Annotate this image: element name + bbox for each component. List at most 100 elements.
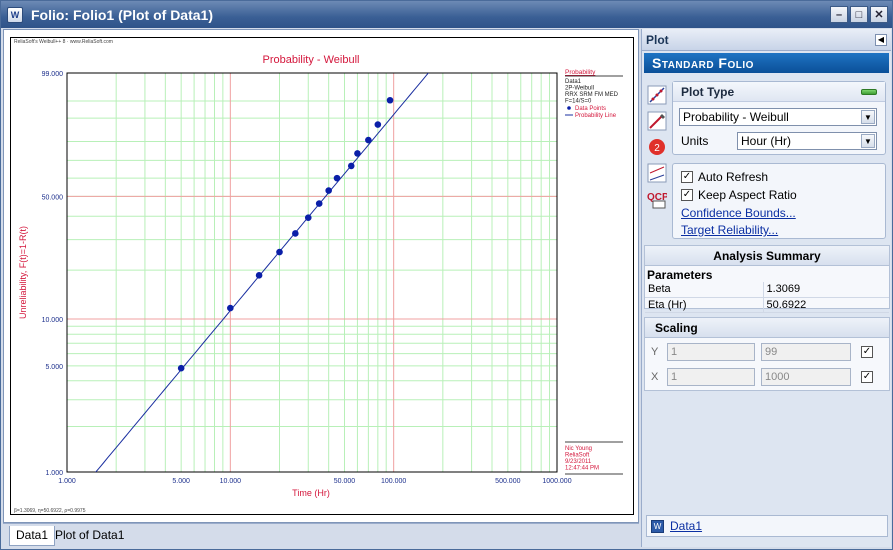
plot-toolbar: 2 QCP xyxy=(646,84,668,214)
data-point xyxy=(255,272,263,279)
parameters-label: Parameters xyxy=(647,268,713,282)
data-point xyxy=(374,121,382,128)
window-title: Folio: Folio1 (Plot of Data1) xyxy=(31,6,213,23)
signature-line: 12:47:44 PM xyxy=(565,466,599,472)
data-point xyxy=(276,248,283,256)
chart-title: Probability - Weibull xyxy=(262,54,359,66)
plot-options-group: ✓ Auto Refresh ✓ Keep Aspect Ratio Confi… xyxy=(672,163,886,239)
table-row: Eta (Hr) 50.6922 xyxy=(645,297,889,313)
weibull-chart[interactable]: 1.000 5.000 10.000 50.000 100.000 500.000 1000… xyxy=(11,38,633,514)
scaling-title: Scaling xyxy=(645,318,889,338)
x-tick-label: 1000.000 xyxy=(542,478,571,485)
title-bar: W Folio: Folio1 (Plot of Data1) – □ ✕ xyxy=(1,1,892,28)
data-point xyxy=(347,162,355,170)
param-value: 1.3069 xyxy=(763,282,889,298)
param-name: Beta xyxy=(645,282,764,298)
units-select[interactable]: Hour (Hr) ▼ xyxy=(737,132,877,150)
tab-plot-of-data1[interactable]: Plot of Data1 xyxy=(49,526,130,546)
bottom-tab-bar: Data1 Plot of Data1 xyxy=(3,523,639,547)
keep-aspect-checkbox[interactable]: ✓ xyxy=(681,189,693,201)
data1-link-label[interactable]: Data1 xyxy=(670,519,702,533)
data-point xyxy=(386,96,394,104)
plot-side-panel: Plot ◀ Standard Folio 2 QCP Plot Type Pr… xyxy=(641,29,891,547)
side-panel-title: Plot xyxy=(646,32,669,47)
chevron-down-icon[interactable]: ▼ xyxy=(861,134,875,148)
y-tick-label: 50.000 xyxy=(42,194,64,201)
side-panel-header: Plot ◀ xyxy=(642,29,891,51)
collapse-panel-icon[interactable]: ◀ xyxy=(875,33,887,46)
x-tick-label: 100.000 xyxy=(381,478,406,485)
redraw-icon[interactable]: 2 xyxy=(646,136,668,158)
svg-text:2: 2 xyxy=(654,143,660,154)
legend-item: Probability Line xyxy=(575,113,617,119)
data-source-link[interactable]: W Data1 xyxy=(646,515,888,537)
y-auto-checkbox[interactable]: ✓ xyxy=(861,346,873,358)
y-tick-label: 5.000 xyxy=(45,364,63,371)
auto-refresh-checkbox[interactable]: ✓ xyxy=(681,171,693,183)
legend-point-icon xyxy=(567,106,571,110)
data-point xyxy=(177,364,185,372)
plot-type-title: Plot Type xyxy=(681,84,735,99)
y-max-input[interactable]: 99 xyxy=(761,343,851,361)
scaling-row-x: X 1 1000 ✓ xyxy=(651,368,873,386)
y-tick-label: 1.000 xyxy=(45,470,63,477)
legend-line: RRX SRM FM MED xyxy=(565,92,619,98)
data-sheet-icon: W xyxy=(651,519,664,533)
data-point xyxy=(292,230,299,237)
compare-plot-icon[interactable] xyxy=(646,162,668,184)
plot-border xyxy=(66,72,558,473)
qcp-icon[interactable]: QCP xyxy=(646,188,668,210)
scaling-row-y: Y 1 99 ✓ xyxy=(651,343,873,361)
keep-aspect-label: Keep Aspect Ratio xyxy=(698,188,797,202)
plot-type-group: Plot Type Probability - Weibull ▼ Units … xyxy=(672,81,886,155)
y-min-input[interactable]: 1 xyxy=(667,343,755,361)
auto-refresh-option[interactable]: ✓ Auto Refresh xyxy=(681,170,768,184)
plot-bottom-text: β=1.3069, η=50.6922, ρ=0.9975 xyxy=(14,508,86,514)
plot-type-select[interactable]: Probability - Weibull ▼ xyxy=(679,108,877,126)
legend-item: Data Points xyxy=(575,106,606,112)
confidence-bounds-link[interactable]: Confidence Bounds... xyxy=(681,206,796,220)
maximize-button[interactable]: □ xyxy=(850,6,868,23)
units-value: Hour (Hr) xyxy=(741,134,791,148)
x-min-input[interactable]: 1 xyxy=(667,368,755,386)
legend-line: Data1 xyxy=(565,79,582,85)
keep-aspect-option[interactable]: ✓ Keep Aspect Ratio xyxy=(681,188,797,202)
data-point xyxy=(365,136,372,144)
plot-area: ReliaSoft's Weibull++ 8 · www.ReliaSoft.… xyxy=(3,29,639,523)
x-auto-checkbox[interactable]: ✓ xyxy=(861,371,873,383)
y-axis-title: Unreliability, F(t)=1-R(t) xyxy=(18,226,28,319)
param-value: 50.6922 xyxy=(763,297,889,313)
data-point xyxy=(333,174,341,182)
target-reliability-link[interactable]: Target Reliability... xyxy=(681,223,778,237)
edit-plot-icon[interactable] xyxy=(646,110,668,132)
minimize-button[interactable]: – xyxy=(830,6,848,23)
data-point xyxy=(227,304,234,312)
y-tick-label: 10.000 xyxy=(42,317,64,324)
signature-line: Nic Young xyxy=(565,446,592,452)
probability-plot-icon[interactable] xyxy=(646,84,668,106)
scaling-panel: Scaling Y 1 99 ✓ X 1 1000 ✓ xyxy=(644,317,890,391)
parameters-table: Beta 1.3069 Eta (Hr) 50.6922 xyxy=(645,282,889,313)
analysis-summary-title: Analysis Summary xyxy=(645,246,889,266)
y-axis-label: Y xyxy=(651,346,659,358)
x-tick-label: 5.000 xyxy=(172,478,190,485)
analysis-summary-panel: Analysis Summary Parameters Beta 1.3069 E… xyxy=(644,245,890,313)
standard-folio-banner: Standard Folio xyxy=(644,53,889,73)
data-point xyxy=(304,214,312,221)
app-window: W Folio: Folio1 (Plot of Data1) – □ ✕ Re… xyxy=(0,0,893,550)
plot-frame: ReliaSoft's Weibull++ 8 · www.ReliaSoft.… xyxy=(10,37,634,515)
signature-line: 9/23/2011 xyxy=(565,459,592,465)
signature-line: ReliaSoft xyxy=(565,453,590,459)
auto-refresh-label: Auto Refresh xyxy=(698,170,769,184)
data-point xyxy=(354,150,361,157)
x-tick-label: 500.000 xyxy=(495,478,520,485)
x-max-input[interactable]: 1000 xyxy=(761,368,851,386)
table-row: Beta 1.3069 xyxy=(645,282,889,298)
plot-type-value: Probability - Weibull xyxy=(683,110,789,124)
data-point xyxy=(325,187,332,194)
weibull-app-icon: W xyxy=(7,6,23,23)
close-button[interactable]: ✕ xyxy=(870,6,888,23)
legend-line: F=14/S=0 xyxy=(565,99,592,105)
chevron-down-icon[interactable]: ▼ xyxy=(861,110,875,124)
y-tick-label: 99.000 xyxy=(42,71,64,78)
